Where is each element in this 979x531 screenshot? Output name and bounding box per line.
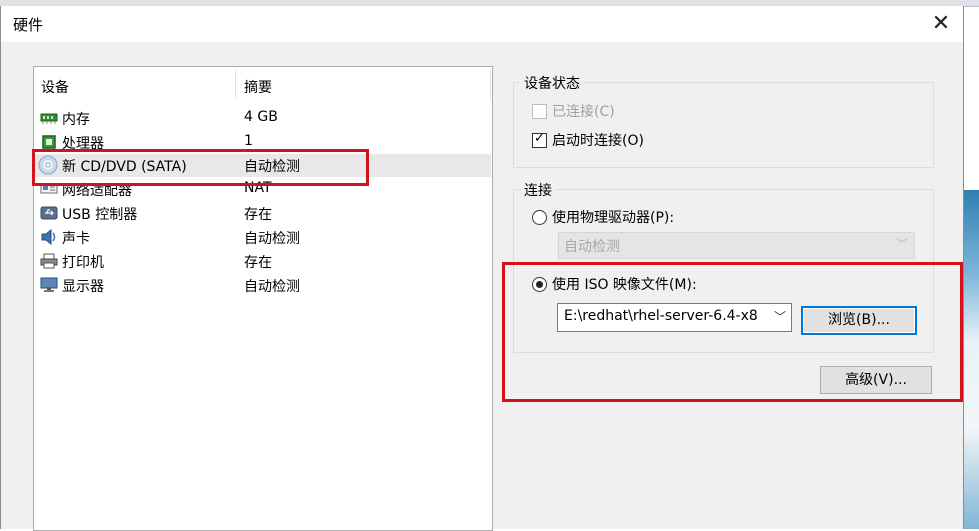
memory-icon (40, 113, 58, 124)
column-header-summary[interactable]: 摘要 (244, 77, 272, 97)
device-row-display[interactable]: 显示器 自动检测 (35, 274, 491, 297)
column-divider (490, 70, 491, 98)
device-row-memory[interactable]: 内存 4 GB (35, 107, 491, 130)
iso-highlight-box (502, 262, 963, 402)
physical-drive-select[interactable]: 自动检测 ﹀ (558, 232, 915, 259)
column-divider (235, 70, 236, 98)
close-button[interactable]: ✕ (927, 10, 955, 38)
device-summary: 4 GB (244, 109, 278, 125)
display-icon (40, 277, 58, 292)
physical-drive-label: 使用物理驱动器(P): (552, 210, 675, 226)
chevron-down-icon: ﹀ (895, 237, 908, 251)
device-row-printer[interactable]: 打印机 存在 (35, 250, 491, 273)
device-name: 声卡 (62, 231, 90, 247)
connect-at-power-on-checkbox[interactable]: ✓ (532, 131, 547, 148)
device-summary: 自动检测 (244, 231, 300, 247)
printer-icon (40, 253, 58, 269)
device-status-label: 设备状态 (521, 73, 583, 93)
dialog-title: 硬件 (13, 16, 44, 34)
device-name: 打印机 (62, 255, 104, 271)
device-name: 显示器 (62, 279, 104, 295)
usb-icon (40, 206, 58, 220)
checkmark-icon: ✓ (534, 131, 545, 146)
device-summary: 1 (244, 133, 253, 149)
title-bar: 硬件 ✕ (1, 6, 963, 42)
device-list: 设备 摘要 内存 4 GB 处理器 1 新 CD/DVD (SATA) 自动检测 (33, 66, 493, 531)
column-header-device[interactable]: 设备 (41, 77, 69, 97)
physical-drive-value: 自动检测 (564, 239, 620, 255)
processor-icon (42, 135, 56, 149)
connected-checkbox[interactable] (532, 104, 547, 119)
device-summary: 存在 (244, 255, 272, 271)
device-status-group (513, 82, 934, 168)
device-row-sound-card[interactable]: 声卡 自动检测 (35, 226, 491, 249)
physical-drive-radio[interactable] (532, 210, 547, 225)
connect-at-power-on-label: 启动时连接(O) (552, 133, 644, 149)
device-summary: 存在 (244, 207, 272, 223)
device-name: 内存 (62, 112, 90, 128)
device-summary: 自动检测 (244, 279, 300, 295)
device-row-usb[interactable]: USB 控制器 存在 (35, 202, 491, 225)
sound-card-icon (41, 229, 56, 245)
connected-label: 已连接(C) (552, 104, 615, 120)
device-name: USB 控制器 (62, 207, 138, 223)
cd-dvd-highlight-box (32, 149, 369, 186)
connection-label: 连接 (521, 180, 555, 200)
